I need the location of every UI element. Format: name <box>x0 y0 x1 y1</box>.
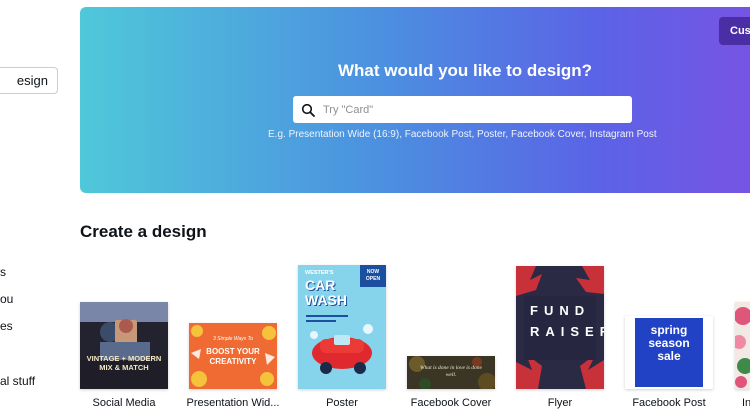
sidebar-item-brand[interactable]: es <box>0 319 13 333</box>
suggestion-link[interactable]: Facebook Cover <box>511 129 584 140</box>
flyer-thumb-text: FUND RAISER <box>530 303 604 339</box>
sidebar-item-your-designs[interactable]: s <box>0 265 6 279</box>
custom-dimensions-button[interactable]: Cust <box>719 17 750 45</box>
create-design-heading: Create a design <box>80 222 207 241</box>
suggestion-link[interactable]: Presentation Wide (16:9) <box>289 129 400 140</box>
design-type-label: Poster <box>326 397 358 409</box>
poster-thumb-text: CAR WASH <box>305 277 347 308</box>
design-search-box[interactable] <box>293 96 632 123</box>
instagram-post-thumbnail[interactable] <box>735 302 750 389</box>
suggestion-link[interactable]: Poster <box>477 129 505 140</box>
search-icon <box>301 103 315 117</box>
social-media-thumbnail[interactable]: VINTAGE + MODERN MIX & MATCH <box>80 302 168 389</box>
flyer-thumbnail[interactable]: FUND RAISER <box>516 266 604 389</box>
search-input[interactable] <box>323 103 613 116</box>
facebook-post-thumb-text: spring season sale <box>648 323 690 363</box>
poster-thumb-kicker: WESTER'S <box>305 270 334 276</box>
sidebar-item-label: al stuff <box>0 374 36 388</box>
presentation-thumb-subtext: 3 Simple Ways To <box>212 336 254 342</box>
canva-home: esign s ou es al stuff Cust What would y… <box>0 0 750 420</box>
hero-title: What would you like to design? <box>338 61 593 80</box>
design-type-label: Presentation Wid... <box>186 397 280 409</box>
facebook-cover-thumb-text: What is done in love is done well. <box>419 365 483 378</box>
facebook-post-thumbnail[interactable]: spring season sale <box>625 316 713 389</box>
sidebar-item-label: s <box>0 265 6 279</box>
presentation-thumb-text: BOOST YOUR CREATIVITY <box>206 347 260 366</box>
facebook-cover-thumbnail[interactable]: What is done in love is done well. <box>407 356 495 389</box>
suggestion-link[interactable]: Facebook Post <box>405 129 472 140</box>
create-design-button[interactable]: esign <box>0 67 58 94</box>
design-type-label: Social Media <box>92 397 156 409</box>
social-media-thumb-text: VINTAGE + MODERN MIX & MATCH <box>86 354 162 372</box>
poster-thumbnail[interactable]: WESTER'S CAR WASH NOW OPEN <box>298 265 386 389</box>
suggestions-prefix: E.g. <box>268 129 286 140</box>
custom-dimensions-label: Cust <box>730 25 750 37</box>
sidebar-item-label: ou <box>0 292 14 306</box>
sidebar: esign s ou es al stuff <box>0 0 68 420</box>
presentation-thumbnail[interactable]: 3 Simple Ways To BOOST YOUR CREATIVITY <box>189 323 277 389</box>
poster-thumb-badge: NOW OPEN <box>365 269 381 282</box>
design-type-label: Facebook Post <box>632 397 706 409</box>
search-suggestions: E.g. Presentation Wide (16:9), Facebook … <box>268 129 657 140</box>
sidebar-item-personal[interactable]: al stuff <box>0 374 35 388</box>
design-type-label: In <box>742 397 750 409</box>
sidebar-item-shared[interactable]: ou <box>0 292 13 306</box>
sidebar-item-label: es <box>0 319 13 333</box>
design-type-label: Flyer <box>547 397 573 409</box>
suggestion-link[interactable]: Instagram Post <box>589 129 656 140</box>
design-type-label: Facebook Cover <box>410 397 492 409</box>
